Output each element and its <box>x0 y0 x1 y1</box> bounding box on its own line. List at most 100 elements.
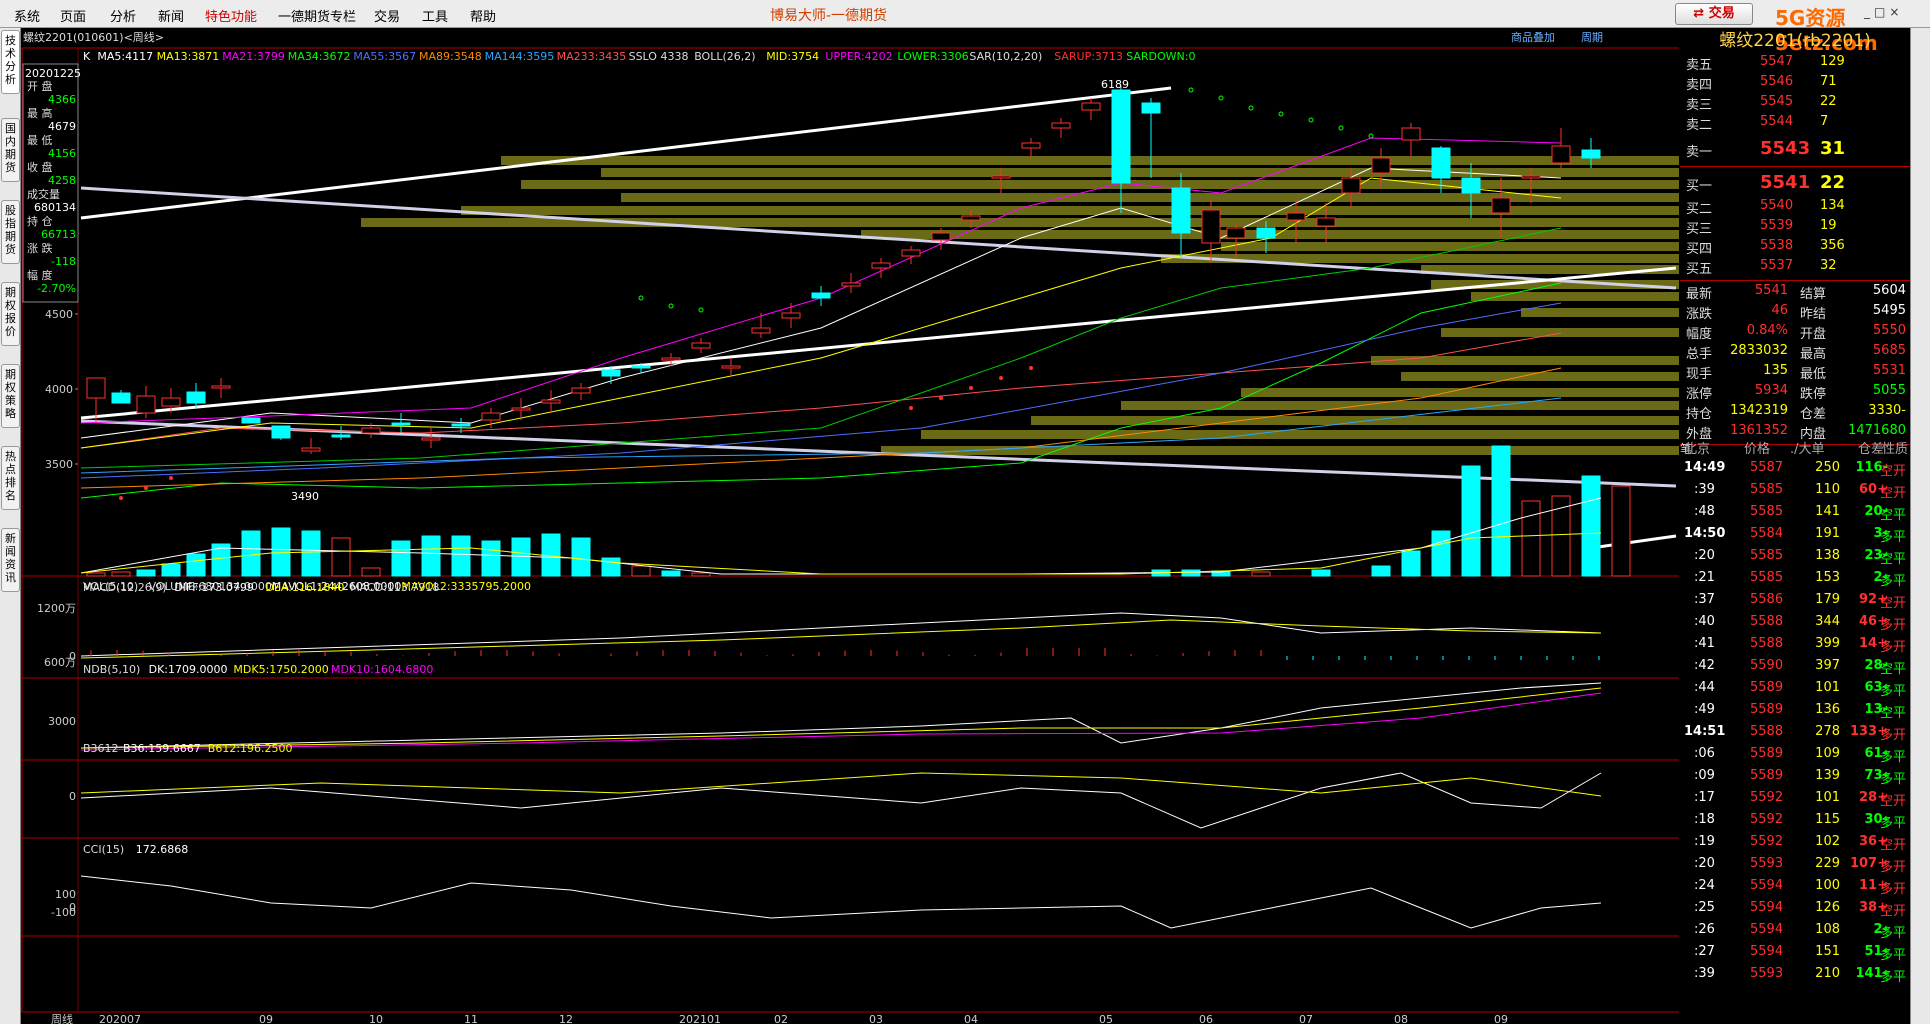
volume-profile-bar <box>1441 328 1679 337</box>
sell-label: 卖一 <box>1686 145 1713 160</box>
tab-domestic-futures[interactable]: 国内期货 <box>1 118 20 182</box>
tick-row: :21 5585 153 -2 多平 <box>1694 570 1907 589</box>
buy-volume: 356 <box>1820 238 1845 253</box>
menu-trade[interactable]: 交易 <box>374 6 400 25</box>
tick-price: 5594 <box>1750 922 1784 937</box>
tick-row: :49 5589 136 -13 空平 <box>1694 702 1907 721</box>
b3612-legend-item: B3612 <box>83 742 119 755</box>
info-label: 涨 跌 <box>27 241 53 255</box>
symbol-label: 螺纹2201(010601)<周线> <box>23 30 164 44</box>
tick-time: :44 <box>1694 680 1715 695</box>
tick-time: :39 <box>1694 966 1715 981</box>
volume-bar-down <box>1311 569 1331 577</box>
buy-label: 买四 <box>1686 242 1713 257</box>
buy-volume: 19 <box>1820 218 1837 233</box>
candle-down <box>1141 102 1161 114</box>
buy-row: 买一 5541 22 <box>1680 172 1910 194</box>
tick-row: :27 5594 151 -51 多平 <box>1694 944 1907 963</box>
menu-help[interactable]: 帮助 <box>470 6 496 25</box>
candle-up <box>211 385 231 389</box>
tab-hot-rank-label: 热点排名 <box>5 450 16 502</box>
stat-row: 涨停 5934 跌停 5055 <box>1686 383 1906 402</box>
tick-nature: 空平 <box>1880 662 1907 677</box>
volume-bar-down <box>481 540 501 577</box>
info-value: 66713 <box>41 228 76 241</box>
stat-row: 最新 5541 结算 5604 <box>1686 283 1906 302</box>
sell-label: 卖二 <box>1686 118 1713 133</box>
sell-row: 卖五 5547 129 <box>1680 54 1910 74</box>
menu-news[interactable]: 新闻 <box>158 6 184 25</box>
ma-legend-item: MA233:3435 <box>557 50 627 63</box>
buy-label: 买一 <box>1686 179 1713 194</box>
sell-price: 5546 <box>1760 74 1794 89</box>
volume-bar-down <box>1491 445 1511 577</box>
tick-nature: 多开 <box>1880 618 1907 633</box>
tick-price: 5589 <box>1750 702 1784 717</box>
stat-label: 最高 <box>1800 347 1827 362</box>
candle-up <box>1286 212 1306 221</box>
tab-technical[interactable]: 技术分析 <box>1 30 20 94</box>
tab-option-quotes[interactable]: 期权报价 <box>1 282 20 346</box>
macd-legend-item: DEA:116.1840 <box>265 581 344 594</box>
sell-volume: 31 <box>1820 138 1846 159</box>
x-axis-label: 09 <box>1494 1013 1508 1024</box>
ma-legend-item: UPPER:4202 <box>825 50 892 63</box>
menu-analysis[interactable]: 分析 <box>110 6 136 25</box>
tab-index-futures[interactable]: 股指期货 <box>1 200 20 264</box>
tick-time: :06 <box>1694 746 1715 761</box>
candle-up <box>1341 177 1361 194</box>
info-label: 开 盘 <box>27 79 53 93</box>
menu-system[interactable]: 系统 <box>14 6 40 25</box>
candle-up <box>691 342 711 349</box>
info-label: 最 低 <box>27 134 53 147</box>
info-value: 4156 <box>48 147 76 160</box>
menu-column[interactable]: 一德期货专栏 <box>278 6 356 25</box>
candle-up <box>1316 217 1336 227</box>
ma-legend-item: SARDOWN:0 <box>1126 50 1195 63</box>
info-value: 680134 <box>34 201 76 214</box>
tick-time: :24 <box>1694 878 1715 893</box>
trade-button[interactable]: ⇄ 交易 <box>1675 3 1753 25</box>
tick-header-cell: 仓差 <box>1858 442 1885 457</box>
candle-down <box>241 417 261 424</box>
stat-label: 总手 <box>1686 347 1713 362</box>
candle-up <box>1371 157 1391 174</box>
tab-hot-rank[interactable]: 热点排名 <box>1 446 20 510</box>
tick-time: 14:49 <box>1684 460 1726 475</box>
tick-time: :27 <box>1694 944 1715 959</box>
menu-page[interactable]: 页面 <box>60 6 86 25</box>
tab-option-strategy[interactable]: 期权策略 <box>1 364 20 428</box>
tick-price: 5589 <box>1750 680 1784 695</box>
sell-row: 卖一 5543 31 <box>1680 138 1910 160</box>
buy-price: 5541 <box>1760 172 1811 193</box>
volume-bar-down <box>161 563 181 577</box>
info-label: 收 盘 <box>27 160 53 174</box>
stat-label: 昨结 <box>1800 307 1827 322</box>
stat-row: 总手 2833032 最高 5685 <box>1686 343 1906 362</box>
kline-chart[interactable]: 螺纹2201(010601)<周线> 商品叠加 周期 K MA5:4117 MA13:38… <box>21 28 1679 1024</box>
cci-legend-item: 172.6868 <box>136 843 189 856</box>
tick-time: :26 <box>1694 922 1715 937</box>
menu-features[interactable]: 特色功能 <box>205 6 257 25</box>
candle-down <box>1256 227 1276 239</box>
buy-volume: 134 <box>1820 198 1845 213</box>
tick-time: :40 <box>1694 614 1715 629</box>
price-axis-label: 3500 <box>45 458 73 471</box>
candle-down <box>271 425 291 439</box>
tick-price: 5585 <box>1750 570 1784 585</box>
tab-news-info[interactable]: 新闻资讯 <box>1 528 20 592</box>
tick-row: :20 5585 138 -23 空平 <box>1694 548 1907 567</box>
tick-row: :09 5589 139 -73 多平 <box>1694 768 1907 787</box>
tab-domestic-futures-label: 国内期货 <box>5 122 16 174</box>
cci-legend-item: CCI(15) <box>83 843 124 856</box>
menu-tools[interactable]: 工具 <box>422 6 448 25</box>
tick-time: :21 <box>1694 570 1715 585</box>
candle-up <box>901 249 921 257</box>
cci-axis-label: -100 <box>51 906 76 919</box>
window-controls[interactable]: _□× <box>1864 5 1903 19</box>
tick-price: 5585 <box>1750 548 1784 563</box>
tick-time: :20 <box>1694 856 1715 871</box>
tick-row: :39 5585 110 +60 空开 <box>1694 482 1907 501</box>
buy-label: 买三 <box>1686 222 1713 237</box>
buy-price: 5537 <box>1760 258 1794 273</box>
